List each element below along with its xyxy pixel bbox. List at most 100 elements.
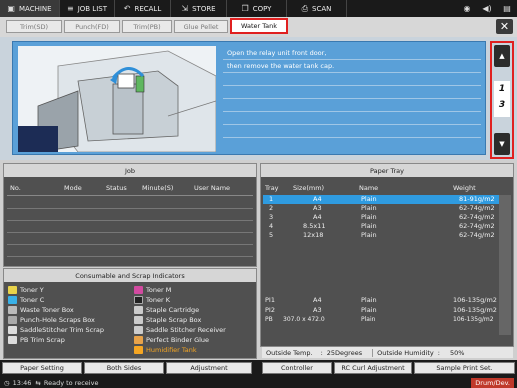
- tray-row[interactable]: PI1 A4 Plain 106-135g/m2: [263, 296, 499, 305]
- tab-trim-sd[interactable]: Trim(SD): [6, 20, 62, 33]
- toner-y-icon: [8, 286, 17, 294]
- consumable-staple-cartridge: Staple Cartridge: [134, 306, 199, 314]
- page-up-button[interactable]: ▲: [494, 45, 510, 67]
- copy-tab[interactable]: ❐ COPY: [227, 0, 287, 17]
- consumables-title: Consumable and Scrap Indicators: [4, 269, 256, 282]
- consumable-pb-trim: PB Trim Scrap: [8, 336, 65, 344]
- store-tab[interactable]: ⇲ STORE: [171, 0, 227, 17]
- store-icon: ⇲: [181, 4, 189, 13]
- consumable-glue: Perfect Binder Glue: [134, 336, 209, 344]
- scan-tab[interactable]: ⎙ SCAN: [287, 0, 347, 17]
- top-navigation-bar: ▣ MACHINE ≡ JOB LIST ↶ RECALL ⇲ STORE ❐ …: [0, 0, 517, 17]
- controller-button[interactable]: Controller: [262, 362, 332, 374]
- toner-c-icon: [8, 296, 17, 304]
- tray-row[interactable]: 3 A4 Plain 62-74g/m2: [263, 213, 499, 222]
- recall-icon: ↶: [123, 4, 131, 13]
- instruction-frame: Open the relay unit front door, then rem…: [12, 41, 486, 155]
- copy-icon: ❐: [241, 4, 249, 13]
- tray-row[interactable]: 1 A4 Plain 81-91g/m2: [263, 195, 499, 204]
- saddle-trim-icon: [8, 326, 17, 334]
- humidity-label: Outside Humidity: [372, 348, 434, 357]
- environment-status: Outside Temp. : 25Degrees Outside Humidi…: [262, 347, 513, 358]
- page-down-button[interactable]: ▼: [494, 133, 510, 155]
- status-message: Ready to receive: [43, 378, 99, 387]
- consumable-saddle-trim: SaddleStitcher Trim Scrap: [8, 326, 104, 334]
- triangle-down-icon: ▼: [499, 140, 505, 148]
- saddle-receiver-icon: [134, 326, 143, 334]
- paper-setting-button[interactable]: Paper Setting: [2, 362, 82, 374]
- network-icon: ⇆: [35, 378, 41, 387]
- printer-icon: ▣: [7, 4, 15, 13]
- menu-icon[interactable]: ▤: [497, 0, 517, 17]
- consumable-punch-scraps: Punch-Hole Scraps Box: [8, 316, 95, 324]
- instruction-message: Open the relay unit front door, then rem…: [223, 46, 481, 152]
- sample-print-set-button[interactable]: Sample Print Set.: [414, 362, 515, 374]
- settings-icon[interactable]: ◉: [457, 0, 477, 17]
- volume-icon[interactable]: ◀): [477, 0, 497, 17]
- job-col-user: User Name: [194, 184, 231, 192]
- tab-water-tank[interactable]: Water Tank: [230, 18, 288, 34]
- consumable-toner-c: Toner C: [8, 296, 44, 304]
- tray-row[interactable]: 5 12x18 Plain 62-74g/m2: [263, 231, 499, 240]
- instruction-line-1: Open the relay unit front door,: [227, 49, 327, 57]
- job-col-no: No.: [10, 184, 21, 192]
- paper-tray-title: Paper Tray: [261, 164, 513, 177]
- triangle-up-icon: ▲: [499, 52, 505, 60]
- page-indicator: 1 3: [494, 81, 510, 117]
- paper-tray-panel: Paper Tray Tray Size(mm) Name Weight 1 A4…: [260, 163, 514, 347]
- job-list-tab[interactable]: ≡ JOB LIST: [60, 0, 115, 17]
- tray-scrollbar[interactable]: [499, 195, 511, 335]
- toner-k-icon: [134, 296, 143, 304]
- job-col-minutes: Minute(S): [142, 184, 174, 192]
- consumable-toner-m: Toner M: [134, 286, 171, 294]
- consumable-humidifier: Humidifier Tank: [134, 346, 197, 354]
- waste-toner-icon: [8, 306, 17, 314]
- rc-curl-adjustment-button[interactable]: RC Curl Adjustment: [334, 362, 412, 374]
- close-button[interactable]: ✕: [496, 19, 513, 34]
- scan-icon: ⎙: [301, 3, 309, 13]
- recall-tab[interactable]: ↶ RECALL: [115, 0, 171, 17]
- consumable-toner-y: Toner Y: [8, 286, 44, 294]
- tray-row[interactable]: 2 A3 Plain 62-74g/m2: [263, 204, 499, 213]
- page-navigator: ▲ 1 3 ▼: [490, 41, 514, 159]
- instruction-line-2: then remove the water tank cap.: [227, 62, 335, 70]
- consumable-saddle-receiver: Saddle Stitcher Receiver: [134, 326, 226, 334]
- footer-status: ◷ 13:46 ⇆ Ready to receive Drum/Dev.: [0, 377, 517, 388]
- consumable-waste-toner: Waste Toner Box: [8, 306, 74, 314]
- toner-m-icon: [134, 286, 143, 294]
- tab-row: Trim(SD) Punch(FD) Trim(PB) Glue Pellet …: [0, 17, 517, 37]
- adjustment-button[interactable]: Adjustment: [166, 362, 252, 374]
- tray-col-name: Name: [359, 184, 379, 192]
- machine-tab[interactable]: ▣ MACHINE: [0, 0, 60, 17]
- tray-row[interactable]: PI2 A3 Plain 106-135g/m2: [263, 306, 499, 315]
- glue-icon: [134, 336, 143, 344]
- both-sides-button[interactable]: Both Sides: [84, 362, 164, 374]
- job-title: Job: [4, 164, 256, 177]
- temp-value: 25Degrees: [326, 348, 363, 357]
- tab-glue-pellet[interactable]: Glue Pellet: [174, 20, 228, 33]
- tray-col-weight: Weight: [453, 184, 476, 192]
- consumable-toner-k: Toner K: [134, 296, 170, 304]
- tray-row[interactable]: 4 8.5x11 Plain 62-74g/m2: [263, 222, 499, 231]
- close-icon: ✕: [499, 20, 510, 33]
- job-col-mode: Mode: [64, 184, 82, 192]
- tray-row[interactable]: PB 307.0 x 472.0 Plain 106-135g/m2: [263, 316, 499, 325]
- footer-bar: Paper Setting Both Sides Adjustment Cont…: [0, 360, 517, 388]
- clock-icon: ◷: [4, 378, 10, 387]
- punch-scrap-icon: [8, 316, 17, 324]
- job-panel: Job No. Mode Status Minute(S) User Name: [3, 163, 257, 267]
- instruction-panel: Open the relay unit front door, then rem…: [0, 37, 517, 160]
- clock-time: 13:46: [12, 378, 32, 387]
- list-icon: ≡: [67, 4, 74, 13]
- water-tank-illustration: [18, 46, 216, 152]
- humidity-value: 50%: [449, 348, 465, 357]
- humidifier-icon: [134, 346, 143, 354]
- staple-icon: [134, 306, 143, 314]
- drum-dev-badge[interactable]: Drum/Dev.: [471, 377, 514, 388]
- tray-col-tray: Tray: [265, 184, 279, 192]
- tab-trim-pb[interactable]: Trim(PB): [122, 20, 172, 33]
- tab-punch-fd[interactable]: Punch(FD): [64, 20, 120, 33]
- consumable-staple-scrap: Staple Scrap Box: [134, 316, 201, 324]
- pb-trim-icon: [8, 336, 17, 344]
